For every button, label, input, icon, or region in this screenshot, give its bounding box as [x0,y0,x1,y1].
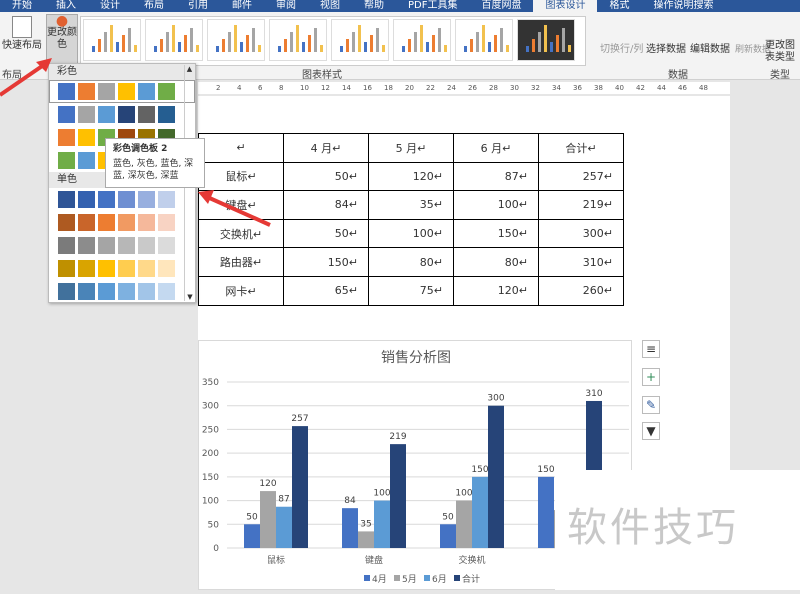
arrow-icon [0,60,50,97]
watermark: 软件技巧 [555,470,800,590]
arrow-icon [204,194,271,227]
